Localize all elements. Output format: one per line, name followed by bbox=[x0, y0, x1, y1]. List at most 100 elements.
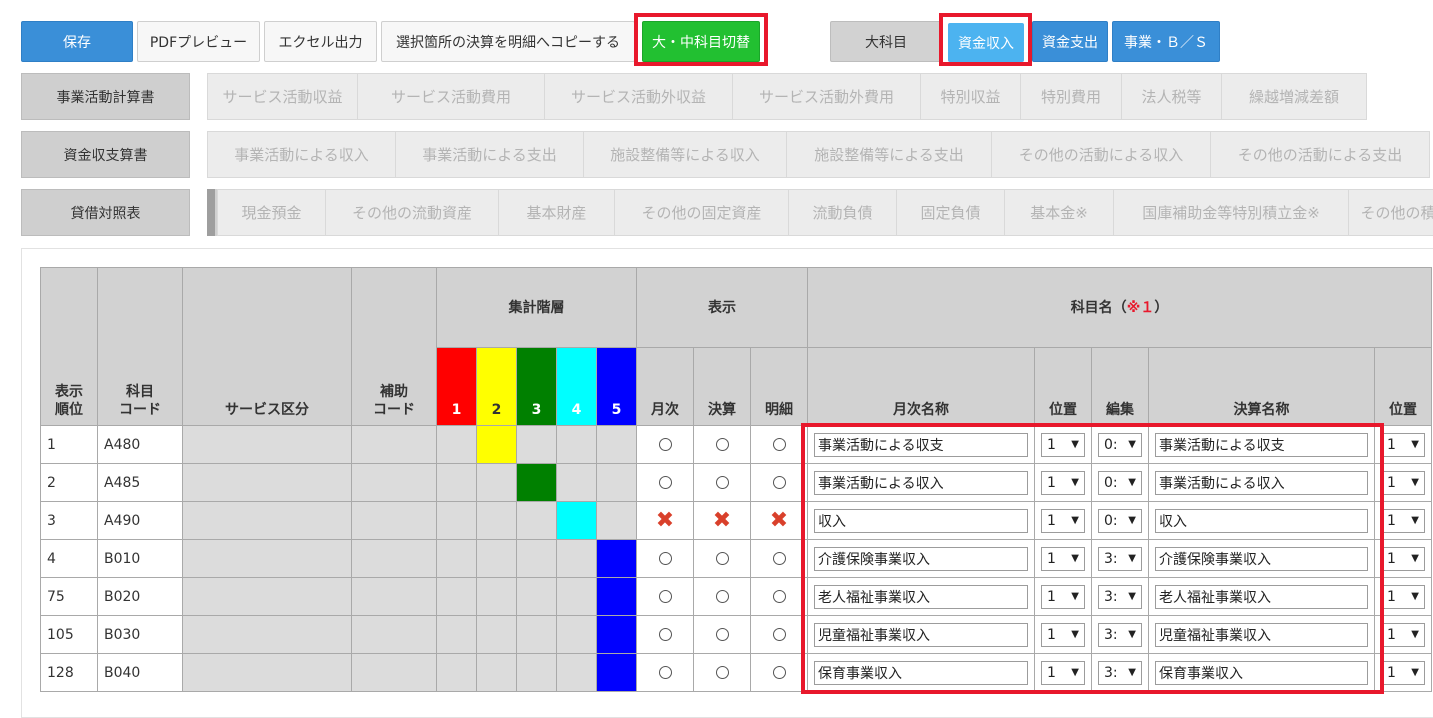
tab-other-income[interactable]: その他の活動による収入 bbox=[991, 131, 1211, 178]
row-level-2-cell[interactable] bbox=[476, 577, 517, 616]
tab-special-revenue[interactable]: 特別収益 bbox=[920, 73, 1021, 120]
row-level-5-cell[interactable] bbox=[596, 653, 637, 692]
pdf-preview-button[interactable]: PDFプレビュー bbox=[137, 21, 260, 62]
row-level-2-cell[interactable] bbox=[476, 539, 517, 578]
position2-select[interactable]: 1 ▼ bbox=[1381, 660, 1425, 685]
row-level-4-cell[interactable] bbox=[556, 425, 597, 464]
row-settlement-toggle[interactable] bbox=[693, 577, 751, 616]
row-level-3-cell[interactable] bbox=[516, 501, 557, 540]
tab-operating-income[interactable]: 事業活動による収入 bbox=[207, 131, 396, 178]
tab-other-more[interactable]: その他の積 bbox=[1348, 189, 1433, 236]
row-settlement-toggle[interactable] bbox=[693, 615, 751, 654]
tab-subsidy-reserve[interactable]: 国庫補助金等特別積立金※ bbox=[1113, 189, 1349, 236]
row-level-2-cell[interactable] bbox=[476, 425, 517, 464]
scroll-grip[interactable] bbox=[207, 189, 217, 236]
row-level-4-cell[interactable] bbox=[556, 577, 597, 616]
major-item-button[interactable]: 大科目 bbox=[830, 21, 942, 62]
tab-facility-income[interactable]: 施設整備等による収入 bbox=[583, 131, 787, 178]
row-level-3-cell[interactable] bbox=[516, 653, 557, 692]
row-detail-toggle[interactable] bbox=[750, 653, 808, 692]
row-level-5-cell[interactable] bbox=[596, 539, 637, 578]
position2-select[interactable]: 1 ▼ bbox=[1381, 470, 1425, 495]
tab-other-fixed-assets[interactable]: その他の固定資産 bbox=[614, 189, 789, 236]
row-monthly-toggle[interactable] bbox=[636, 539, 694, 578]
row-monthly-toggle[interactable] bbox=[636, 653, 694, 692]
row-level-4-cell[interactable] bbox=[556, 653, 597, 692]
tab-corporate-tax[interactable]: 法人税等 bbox=[1121, 73, 1222, 120]
row-settlement-toggle[interactable] bbox=[693, 425, 751, 464]
row-level-5-cell[interactable] bbox=[596, 615, 637, 654]
row-level-1-cell[interactable] bbox=[436, 463, 477, 502]
copy-to-detail-button[interactable]: 選択箇所の決算を明細へコピーする bbox=[381, 21, 635, 62]
row-level-5-cell[interactable] bbox=[596, 501, 637, 540]
tab-current-liabilities[interactable]: 流動負債 bbox=[788, 189, 897, 236]
row-detail-toggle[interactable] bbox=[750, 539, 808, 578]
row-level-2-cell[interactable] bbox=[476, 501, 517, 540]
row-detail-toggle[interactable] bbox=[750, 577, 808, 616]
tab-special-cost[interactable]: 特別費用 bbox=[1020, 73, 1122, 120]
row-level-1-cell[interactable] bbox=[436, 615, 477, 654]
statement-label-fund[interactable]: 資金収支算書 bbox=[21, 131, 190, 178]
tab-other-expense[interactable]: その他の活動による支出 bbox=[1210, 131, 1430, 178]
row-detail-toggle[interactable] bbox=[750, 425, 808, 464]
position2-select[interactable]: 1 ▼ bbox=[1381, 546, 1425, 571]
tab-service-revenue[interactable]: サービス活動収益 bbox=[207, 73, 358, 120]
row-level-4-cell[interactable] bbox=[556, 615, 597, 654]
row-sub-code bbox=[351, 539, 437, 578]
position2-select[interactable]: 1 ▼ bbox=[1381, 508, 1425, 533]
tab-basic-fund[interactable]: 基本金※ bbox=[1004, 189, 1114, 236]
row-level-5-cell[interactable] bbox=[596, 425, 637, 464]
row-detail-toggle[interactable] bbox=[750, 463, 808, 502]
row-level-3-cell[interactable] bbox=[516, 463, 557, 502]
row-level-3-cell[interactable] bbox=[516, 539, 557, 578]
tab-fixed-liabilities[interactable]: 固定負債 bbox=[896, 189, 1005, 236]
row-level-4-cell[interactable] bbox=[556, 501, 597, 540]
row-level-3-cell[interactable] bbox=[516, 425, 557, 464]
tab-non-service-revenue[interactable]: サービス活動外収益 bbox=[544, 73, 733, 120]
row-level-1-cell[interactable] bbox=[436, 653, 477, 692]
row-monthly-toggle[interactable] bbox=[636, 425, 694, 464]
tab-facility-expense[interactable]: 施設整備等による支出 bbox=[786, 131, 992, 178]
excel-export-button[interactable]: エクセル出力 bbox=[264, 21, 377, 62]
tab-operating-expense[interactable]: 事業活動による支出 bbox=[395, 131, 584, 178]
row-level-3-cell[interactable] bbox=[516, 615, 557, 654]
row-monthly-toggle[interactable]: ✖ bbox=[636, 501, 694, 540]
save-button[interactable]: 保存 bbox=[21, 21, 133, 62]
row-settlement-toggle[interactable] bbox=[693, 463, 751, 502]
row-level-5-cell[interactable] bbox=[596, 463, 637, 502]
row-level-3-cell[interactable] bbox=[516, 577, 557, 616]
row-level-1-cell[interactable] bbox=[436, 501, 477, 540]
statement-label-activity[interactable]: 事業活動計算書 bbox=[21, 73, 190, 120]
circle-mark-icon bbox=[715, 666, 729, 679]
row-detail-toggle[interactable]: ✖ bbox=[750, 501, 808, 540]
position2-select[interactable]: 1 ▼ bbox=[1381, 584, 1425, 609]
tab-basic-property[interactable]: 基本財産 bbox=[498, 189, 615, 236]
tab-cash[interactable]: 現金預金 bbox=[217, 189, 326, 236]
tab-carryover[interactable]: 繰越増減差額 bbox=[1221, 73, 1367, 120]
tab-other-current-assets[interactable]: その他の流動資産 bbox=[325, 189, 499, 236]
row-level-4-cell[interactable] bbox=[556, 463, 597, 502]
row-settlement-toggle[interactable] bbox=[693, 539, 751, 578]
row-monthly-toggle[interactable] bbox=[636, 577, 694, 616]
tab-service-cost[interactable]: サービス活動費用 bbox=[357, 73, 545, 120]
business-bs-button[interactable]: 事業・Ｂ／Ｓ bbox=[1112, 21, 1220, 62]
fund-expense-button[interactable]: 資金支出 bbox=[1032, 21, 1108, 62]
statement-label-bs[interactable]: 貸借対照表 bbox=[21, 189, 190, 236]
row-level-2-cell[interactable] bbox=[476, 463, 517, 502]
row-level-5-cell[interactable] bbox=[596, 577, 637, 616]
row-monthly-toggle[interactable] bbox=[636, 463, 694, 502]
row-level-1-cell[interactable] bbox=[436, 425, 477, 464]
row-settlement-toggle[interactable]: ✖ bbox=[693, 501, 751, 540]
position2-select[interactable]: 1 ▼ bbox=[1381, 432, 1425, 457]
tab-non-service-cost[interactable]: サービス活動外費用 bbox=[732, 73, 921, 120]
row-level-1-cell[interactable] bbox=[436, 577, 477, 616]
row-level-4-cell[interactable] bbox=[556, 539, 597, 578]
position2-select[interactable]: 1 ▼ bbox=[1381, 622, 1425, 647]
row-monthly-toggle[interactable] bbox=[636, 615, 694, 654]
row-settlement-toggle[interactable] bbox=[693, 653, 751, 692]
row-level-2-cell[interactable] bbox=[476, 615, 517, 654]
row-detail-toggle[interactable] bbox=[750, 615, 808, 654]
row-level-1-cell[interactable] bbox=[436, 539, 477, 578]
row-level-2-cell[interactable] bbox=[476, 653, 517, 692]
level-3-header: 3 bbox=[516, 347, 557, 426]
